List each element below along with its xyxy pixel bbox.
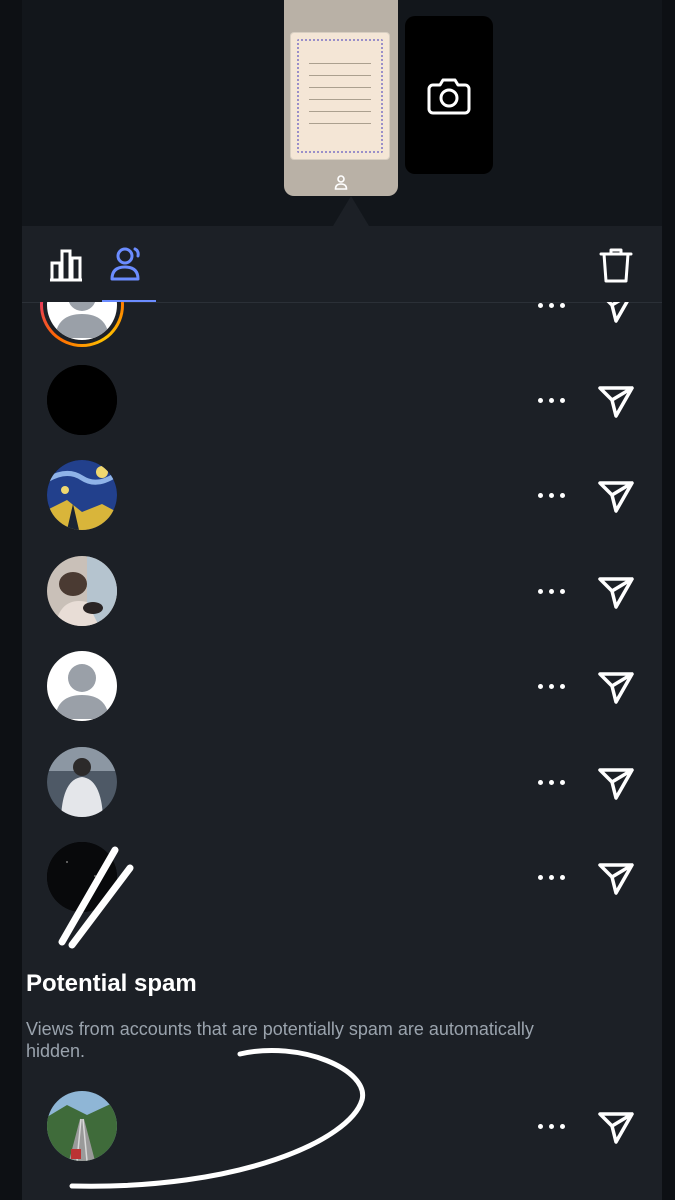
more-options-button[interactable] (534, 1116, 570, 1136)
story-strip (0, 0, 675, 226)
send-icon[interactable] (596, 380, 636, 420)
send-icon[interactable] (596, 475, 636, 515)
avatar[interactable] (47, 842, 117, 912)
viewer-row[interactable] (22, 638, 662, 734)
more-options-button[interactable] (534, 676, 570, 696)
send-icon[interactable] (596, 302, 636, 325)
send-icon[interactable] (596, 762, 636, 802)
person-icon (334, 175, 348, 190)
avatar[interactable] (47, 460, 117, 530)
avatar[interactable] (47, 556, 117, 626)
send-icon[interactable] (596, 1106, 636, 1146)
send-icon[interactable] (596, 571, 636, 611)
viewer-row[interactable] (22, 352, 662, 448)
more-options-button[interactable] (534, 302, 570, 315)
viewer-list (22, 302, 662, 1200)
viewers-icon[interactable] (108, 245, 144, 283)
potential-spam-description: Views from accounts that are potentially… (26, 1019, 534, 1061)
more-options-button[interactable] (534, 390, 570, 410)
trash-icon[interactable] (598, 246, 634, 284)
story-page-image (291, 33, 389, 159)
send-icon[interactable] (596, 666, 636, 706)
spam-viewer-row[interactable] (22, 1078, 662, 1174)
story-thumbnail[interactable] (284, 0, 398, 196)
more-options-button[interactable] (534, 772, 570, 792)
avatar[interactable] (47, 747, 117, 817)
viewer-row[interactable] (22, 447, 662, 543)
more-options-button[interactable] (534, 485, 570, 505)
viewer-row[interactable] (22, 829, 662, 925)
potential-spam-title: Potential spam (26, 970, 197, 997)
add-story-camera-button[interactable] (405, 16, 493, 174)
viewer-tab-bar (22, 226, 662, 303)
avatar[interactable] (47, 1091, 117, 1161)
bar-chart-icon[interactable] (48, 247, 84, 283)
more-options-button[interactable] (534, 867, 570, 887)
selected-story-pointer (333, 196, 369, 226)
avatar[interactable] (47, 651, 117, 721)
avatar[interactable] (47, 365, 117, 435)
more-options-button[interactable] (534, 581, 570, 601)
send-icon[interactable] (596, 857, 636, 897)
viewer-row[interactable] (22, 302, 662, 353)
viewer-row[interactable] (22, 734, 662, 830)
camera-icon (427, 78, 471, 115)
viewer-row[interactable] (22, 543, 662, 639)
